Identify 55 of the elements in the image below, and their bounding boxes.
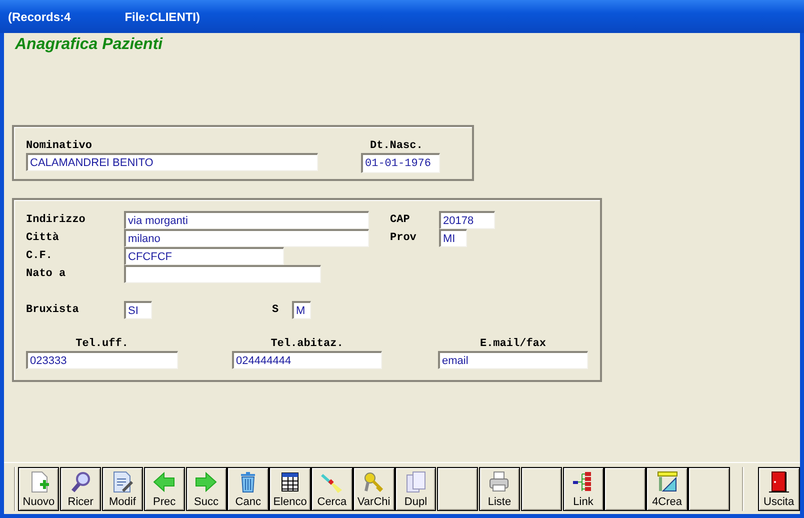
field-label: C.F. — [26, 249, 54, 263]
ruler-triangle-icon — [655, 470, 680, 494]
input-field[interactable]: SI — [124, 301, 152, 319]
field-label: Indirizzo — [26, 213, 86, 227]
magnifier-icon — [68, 470, 93, 494]
input-field[interactable]: M — [292, 301, 311, 319]
toolbar-button[interactable]: Modif — [102, 466, 144, 510]
input-field[interactable]: email — [438, 351, 588, 369]
toolbar-button[interactable] — [604, 466, 646, 510]
pages-icon — [404, 470, 428, 494]
toolbar-button[interactable]: Canc — [227, 466, 269, 510]
toolbar-button[interactable]: Succ — [186, 466, 227, 510]
toolbar-button[interactable] — [436, 466, 478, 510]
field-label: CAP — [390, 213, 411, 227]
door-icon — [766, 470, 791, 494]
field-label: Tel.uff. — [74, 337, 130, 351]
toolbar-button[interactable] — [688, 466, 730, 510]
field-label: S — [272, 303, 280, 317]
toolbar-button[interactable]: Elenco — [269, 466, 311, 510]
field-label: Dt.Nasc. — [369, 139, 424, 153]
input-field[interactable]: 20178 — [439, 211, 495, 229]
field-label: E.mail/fax — [478, 337, 547, 351]
input-field[interactable]: via morganti — [124, 211, 369, 229]
input-field[interactable] — [124, 265, 321, 283]
input-field[interactable]: MI — [439, 229, 467, 247]
input-field[interactable]: 024444444 — [232, 351, 382, 369]
record-count: (Records:4 — [8, 8, 71, 26]
printer-icon — [487, 470, 512, 494]
field-label: Tel.abitaz. — [270, 337, 344, 351]
toolbar-button[interactable]: Nuovo — [18, 466, 60, 510]
toolbar-button[interactable]: Cerca — [311, 466, 353, 510]
input-field[interactable]: CFCFCF — [124, 247, 284, 265]
toolbar-button[interactable]: Ricer — [60, 466, 102, 510]
field-label: Nato a — [26, 267, 67, 281]
toolbar-button[interactable]: Dupl — [395, 466, 436, 510]
toolbar-button[interactable] — [520, 466, 562, 510]
toolbar-button[interactable]: Liste — [478, 466, 520, 510]
toolbar-button[interactable]: 4Crea — [646, 466, 688, 510]
input-field[interactable]: 01-01-1976 — [361, 153, 440, 173]
left-arrow-icon — [152, 470, 176, 494]
toolbar-button[interactable]: Link — [562, 466, 604, 510]
input-field[interactable]: CALAMANDREI BENITO — [26, 153, 318, 171]
toolbar-button[interactable]: Uscita — [758, 466, 800, 510]
input-field[interactable]: milano — [124, 229, 369, 247]
field-label: Prov — [390, 231, 418, 245]
toolbar-button[interactable]: Prec — [144, 466, 186, 510]
file-name: File:CLIENTI) — [124, 8, 200, 26]
form-title: Anagrafica Pazienti — [14, 35, 163, 54]
right-arrow-icon — [194, 470, 218, 494]
field-label: Città — [26, 231, 60, 245]
toolbar-button[interactable]: VarChi — [353, 466, 395, 510]
input-field[interactable]: 023333 — [26, 351, 178, 369]
field-label: Nominativo — [26, 139, 94, 153]
key-icon — [362, 470, 386, 494]
field-label: Bruxista — [26, 303, 80, 317]
